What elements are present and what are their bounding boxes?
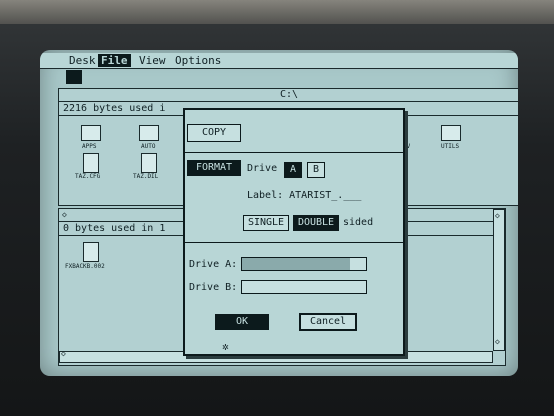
drive-b-progress-label: Drive B: [189, 282, 238, 293]
menu-bar: Desk File View Options [40, 53, 518, 69]
menu-view[interactable]: View [136, 54, 169, 67]
disk-label-field[interactable]: Label: ATARIST_.___ [247, 190, 361, 201]
double-sided-button[interactable]: DOUBLE [293, 215, 339, 231]
folder-icon[interactable] [81, 125, 101, 141]
folder-icon[interactable] [139, 125, 159, 141]
icon-label: TAZ.CFG [75, 173, 101, 180]
format-button[interactable]: FORMAT [187, 160, 241, 176]
dialog-separator [185, 152, 403, 153]
atari-desktop-screen: Desk File View Options C:\ 2216 bytes us… [40, 50, 518, 376]
drive-a-button[interactable]: A [284, 162, 302, 178]
icon-label: TAZ.DIL [133, 173, 159, 180]
monitor-top-edge [0, 0, 554, 24]
menu-file[interactable]: File [98, 54, 131, 67]
window-title[interactable]: C:\ [59, 89, 518, 102]
folder-icon[interactable] [441, 125, 461, 141]
drive-a-progress-fill [242, 258, 350, 270]
scroll-down-arrow-icon[interactable]: ◇ [495, 337, 500, 346]
ok-button[interactable]: OK [215, 314, 269, 330]
sided-label: sided [343, 217, 374, 228]
file-icon[interactable] [83, 242, 99, 262]
drive-a-progress-bar [241, 257, 367, 271]
icon-label: FXBACKB.002 [65, 263, 105, 270]
format-disk-dialog: COPY FORMAT Drive A B Label: ATARIST_.__… [183, 108, 405, 356]
file-icon[interactable] [83, 153, 99, 173]
icon-label: UTILS [441, 143, 460, 150]
dialog-separator [185, 242, 403, 243]
menu-desk[interactable]: Desk [66, 54, 99, 67]
icon-label: AUTO [141, 143, 156, 150]
copy-button[interactable]: COPY [187, 124, 241, 142]
floppy-drive-icon[interactable] [66, 70, 82, 84]
busy-bee-cursor-icon: ✲ [222, 340, 229, 353]
file-icon[interactable] [141, 153, 157, 173]
drive-b-progress-bar [241, 280, 367, 294]
drive-label: Drive [247, 163, 278, 174]
scroll-left-arrow-icon[interactable]: ◇ [61, 349, 66, 358]
vertical-scrollbar[interactable] [493, 209, 505, 351]
drive-b-button[interactable]: B [307, 162, 325, 178]
icon-label: APPS [82, 143, 97, 150]
close-box-icon[interactable]: ◇ [62, 210, 67, 219]
drive-a-progress-label: Drive A: [189, 259, 238, 270]
fuller-box-icon[interactable]: ◇ [495, 211, 500, 220]
cancel-button[interactable]: Cancel [299, 313, 357, 331]
single-sided-button[interactable]: SINGLE [243, 215, 289, 231]
menu-options[interactable]: Options [172, 54, 224, 67]
